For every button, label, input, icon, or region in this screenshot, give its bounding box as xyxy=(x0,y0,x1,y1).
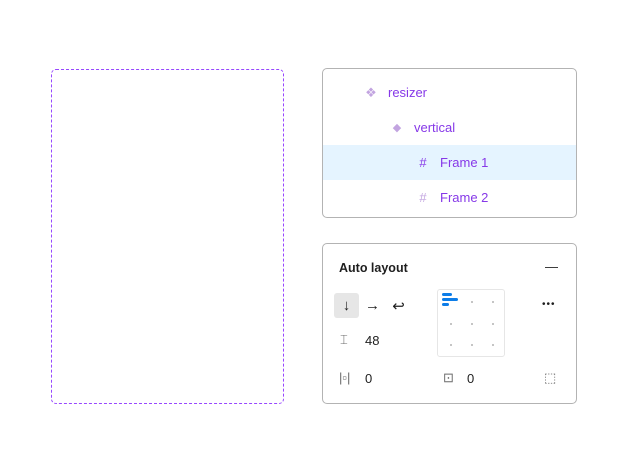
vertical-padding-input[interactable]: 0 xyxy=(467,371,474,386)
alignment-bar xyxy=(442,303,449,306)
frame-icon: # xyxy=(419,155,427,170)
frame-icon: # xyxy=(419,190,427,205)
more-options-button[interactable]: ••• xyxy=(542,299,556,310)
alignment-dot[interactable] xyxy=(492,301,494,303)
alignment-bar xyxy=(442,293,452,296)
layer-label: vertical xyxy=(414,120,456,135)
alignment-dot[interactable] xyxy=(450,344,452,346)
alignment-dot[interactable] xyxy=(450,323,452,325)
horizontal-padding-icon: |▫| xyxy=(339,370,351,385)
direction-horizontal-button[interactable]: → xyxy=(360,293,385,318)
layer-label: Frame 2 xyxy=(440,190,489,205)
layers-panel: ❖ resizer ◆ vertical # Frame 1 # Frame 2 xyxy=(322,68,577,218)
alignment-dot[interactable] xyxy=(492,344,494,346)
selected-frame-outline[interactable] xyxy=(51,69,284,404)
alignment-grid[interactable] xyxy=(437,289,505,357)
direction-wrap-button[interactable]: ↩ xyxy=(386,293,411,318)
alignment-dot[interactable] xyxy=(471,344,473,346)
arrow-right-icon: → xyxy=(365,297,380,314)
alignment-bar xyxy=(442,298,458,301)
layer-label: resizer xyxy=(388,85,428,100)
layer-row-frame-1[interactable]: # Frame 1 xyxy=(323,145,576,180)
individual-padding-icon[interactable]: ⬚ xyxy=(544,370,556,386)
alignment-dot[interactable] xyxy=(492,323,494,325)
alignment-dot[interactable] xyxy=(471,323,473,325)
auto-layout-title: Auto layout xyxy=(339,261,408,275)
gap-input[interactable]: 48 xyxy=(365,333,379,348)
component-set-icon: ❖ xyxy=(365,84,377,100)
remove-auto-layout-button[interactable]: — xyxy=(545,259,558,274)
gap-icon: ⌶ xyxy=(340,332,348,347)
direction-vertical-button[interactable]: ↓ xyxy=(334,293,359,318)
layer-row-frame-2[interactable]: # Frame 2 xyxy=(323,180,576,215)
alignment-dot[interactable] xyxy=(471,301,473,303)
horizontal-padding-input[interactable]: 0 xyxy=(365,371,372,386)
wrap-icon: ↩ xyxy=(392,297,405,315)
component-instance-icon: ◆ xyxy=(392,122,402,134)
arrow-down-icon: ↓ xyxy=(342,297,351,314)
vertical-padding-icon: ⊡ xyxy=(443,370,454,385)
layer-row-vertical[interactable]: ◆ vertical xyxy=(323,110,576,145)
layer-row-resizer[interactable]: ❖ resizer xyxy=(323,75,576,110)
auto-layout-panel: Auto layout — ↓ → ↩ ••• ⌶ 48 |▫| 0 ⊡ 0 ⬚ xyxy=(322,243,577,404)
layer-label: Frame 1 xyxy=(440,155,489,170)
